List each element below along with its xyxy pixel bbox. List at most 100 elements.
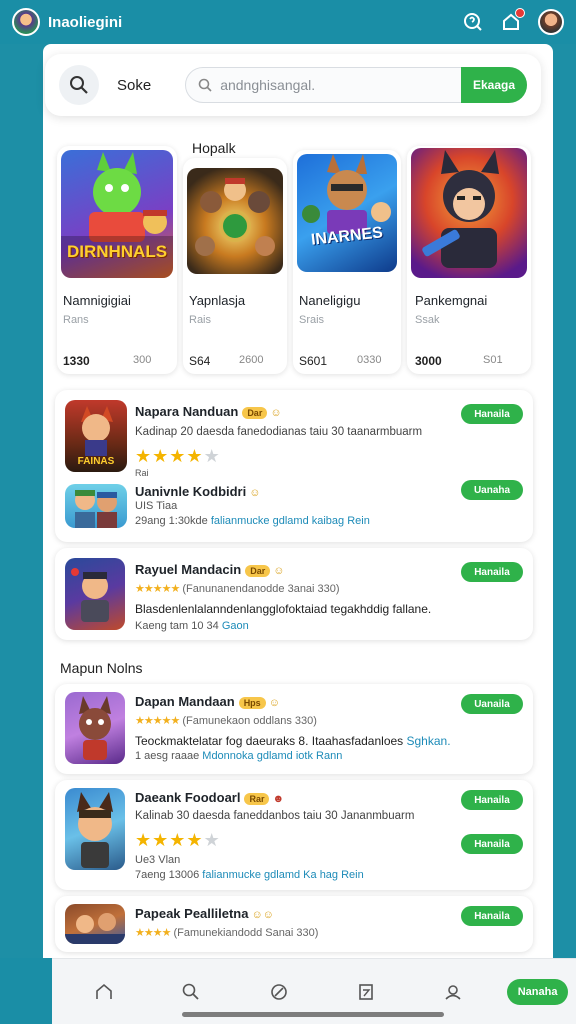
app-list-card: Papeak Pealliletna ☺☺ ★★★★ (Famunekiandod…: [55, 896, 533, 952]
install-button[interactable]: Hanaila: [461, 790, 523, 810]
app-logo-avatar[interactable]: [12, 8, 40, 36]
notification-badge: [515, 8, 525, 18]
app-list-item[interactable]: Rayuel Mandacin Dar ☺ ★★★★★ (Fanunanendano…: [65, 558, 523, 632]
home-indicator[interactable]: [182, 1012, 444, 1017]
featured-card[interactable]: Pankemgnai Ssak 3000 S01: [407, 146, 531, 374]
star-icon: ★: [186, 446, 204, 466]
star-icon: ★: [135, 446, 153, 466]
app-list-item[interactable]: Papeak Pealliletna ☺☺ ★★★★ (Famunekiandod…: [65, 904, 523, 946]
install-button[interactable]: Uanaila: [461, 694, 523, 714]
featured-card-name: Namnigigiai: [63, 293, 131, 308]
search-icon[interactable]: [59, 65, 99, 105]
profile-icon[interactable]: [410, 982, 497, 1002]
discover-icon[interactable]: [235, 982, 322, 1002]
search-input[interactable]: [220, 77, 421, 93]
app-meta-text: 1 aesg raaae: [135, 750, 203, 762]
rating-text: (Fanunanendanodde 3anai 330): [182, 583, 340, 595]
star-icon: ★: [203, 830, 221, 850]
search-icon[interactable]: [147, 982, 234, 1002]
app-meta-link[interactable]: Gaon: [222, 620, 249, 632]
star-icon: ★: [169, 830, 187, 850]
search-label: Soke: [117, 76, 152, 94]
app-meta-line: 1 aesg raaae Mdonnoka gdlamd iotk Rann: [135, 750, 342, 762]
featured-card[interactable]: DIRNHNALS Namnigigiai Rans 1330 300: [57, 146, 177, 374]
install-button[interactable]: Hanaila: [461, 562, 523, 582]
app-list-item[interactable]: Uanivnle Kodbidri ☺ UIS Tiaa 29ang 1:30kd…: [65, 480, 523, 534]
featured-card-size: S01: [483, 354, 503, 366]
emoji-icon: ☺: [268, 697, 280, 709]
star-icon: ★: [152, 830, 170, 850]
app-description-link[interactable]: Sghkan.: [407, 734, 451, 748]
library-icon[interactable]: [322, 982, 409, 1002]
featured-card-art: [411, 148, 527, 278]
search-field[interactable]: Ekaaga: [185, 67, 527, 103]
install-button[interactable]: Uanaha: [461, 480, 523, 500]
app-meta-line: Kaeng tam 10 34 Gaon: [135, 620, 249, 632]
featured-card-art: DIRNHNALS: [61, 150, 173, 278]
app-meta-text: 7aeng 13006: [135, 869, 203, 881]
featured-card-name: Pankemgnai: [415, 293, 488, 308]
featured-card-category: Ssak: [415, 314, 440, 326]
featured-card-art: INARNES: [297, 154, 397, 272]
profile-avatar[interactable]: [538, 9, 564, 35]
home-icon[interactable]: [60, 982, 147, 1002]
app-list-item[interactable]: Dapan Mandaan Hps ☺ ★★★★★ (Famunekaon oddl…: [65, 692, 523, 764]
help-icon[interactable]: [462, 11, 484, 33]
app-name-text: Papeak Pealliletna: [135, 906, 249, 921]
rating-text: (Famunekiandodd Sanai 330): [173, 927, 319, 939]
app-meta-text: Kaeng tam 10 34: [135, 620, 222, 632]
featured-card-count: 3000: [415, 354, 442, 368]
app-name-text: Rayuel Mandacin: [135, 562, 242, 577]
star-rating: ★★★★★: [135, 830, 221, 851]
main-panel: Soke Ekaaga Hopalk DIRNHNALS: [43, 44, 553, 958]
app-list-item[interactable]: FAINAS Napara Nanduan Dar ☺ Kadinap 20 dae…: [65, 400, 523, 478]
app-list-card: Dapan Mandaan Hps ☺ ★★★★★ (Famunekaon oddl…: [55, 684, 533, 774]
rating-line: ★★★★ (Famunekiandodd Sanai 330): [135, 926, 318, 939]
app-name-text: Napara Nanduan: [135, 404, 239, 419]
app-meta: UIS Tiaa: [135, 500, 178, 512]
star-icon: ★: [152, 446, 170, 466]
left-strip: [0, 958, 52, 1024]
notification-icon[interactable]: [500, 8, 525, 33]
featured-section: Hopalk DIRNHNALS Namnigigiai Rans 1330 3…: [55, 140, 541, 380]
star-icon: ★: [186, 830, 204, 850]
featured-card-name: Naneligigu: [299, 293, 361, 308]
app-description: Kadinap 20 daesda fanedodianas taiu 30 t…: [135, 426, 423, 438]
install-button-secondary[interactable]: Hanaila: [461, 834, 523, 854]
app-thumbnail: [65, 558, 125, 630]
app-name: Napara Nanduan Dar ☺: [135, 404, 282, 419]
featured-card[interactable]: INARNES Naneligigu Srais S601 0330: [293, 150, 401, 374]
app-meta-link[interactable]: falianmucke gdlamd kaibag Rein: [211, 515, 370, 527]
rating-text: (Famunekaon oddlans 330): [182, 715, 317, 727]
app-meta-link[interactable]: Mdonnoka gdlamd iotk Rann: [202, 750, 342, 762]
top-actions: [462, 8, 564, 35]
install-button[interactable]: Hanaila: [461, 906, 523, 926]
featured-title: Hopalk: [192, 140, 236, 156]
featured-card-count: S601: [299, 354, 328, 368]
featured-card-category: Srais: [299, 314, 325, 326]
app-meta-link[interactable]: falianmucke gdlamd Ka hag Rein: [202, 869, 363, 881]
app-description: Kalinab 30 daesda faneddanbos taiu 30 Ja…: [135, 810, 415, 822]
featured-card-category: Rais: [189, 314, 212, 326]
emoji-icon: ☺: [270, 407, 282, 419]
app-meta-text: 29ang 1:30kde: [135, 515, 211, 527]
app-description: Blasdenlenlalanndenlangglofoktaiad tegak…: [135, 602, 432, 616]
search-button[interactable]: Ekaaga: [461, 67, 527, 103]
featured-card-count: S64: [189, 354, 211, 368]
featured-card[interactable]: Yapnlasja Rais S64 2600: [183, 158, 287, 374]
app-thumbnail: [65, 692, 125, 764]
app-list-card: FAINAS Napara Nanduan Dar ☺ Kadinap 20 dae…: [55, 390, 533, 542]
install-button[interactable]: Hanaila: [461, 404, 523, 424]
app-list-item[interactable]: Daeank Foodoarl Rar ☻ Kalinab 30 daesda fa…: [65, 788, 523, 882]
search-field-icon: [198, 78, 212, 92]
app-badge: Dar: [245, 564, 271, 577]
emoji-icon: ☻: [272, 793, 285, 805]
app-name: Rayuel Mandacin Dar ☺: [135, 562, 284, 577]
app-name: Papeak Pealliletna ☺☺: [135, 906, 274, 921]
app-name: Daeank Foodoarl Rar ☻: [135, 790, 284, 805]
nav-action-button[interactable]: Nanaha: [507, 978, 569, 1005]
app-thumbnail: [65, 904, 125, 944]
emoji-icon: ☺: [273, 565, 285, 577]
rating-line: ★★★★★ (Famunekaon oddlans 330): [135, 714, 317, 727]
featured-card-art: [187, 168, 283, 274]
